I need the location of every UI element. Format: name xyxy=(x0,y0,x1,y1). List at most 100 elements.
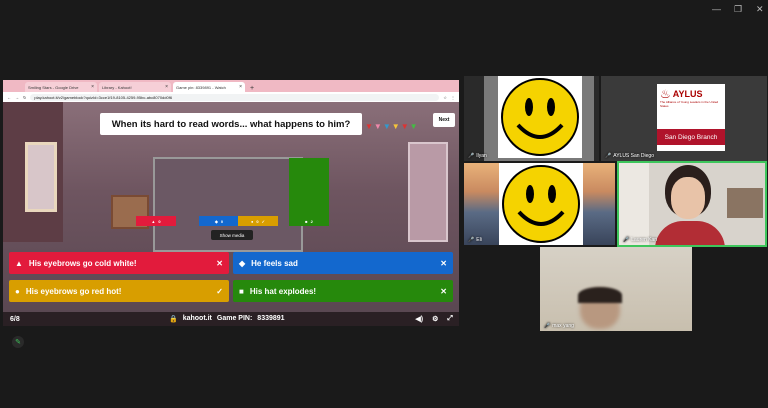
pin-label: Game PIN: xyxy=(216,315,253,322)
smiley-face-icon xyxy=(499,163,583,245)
square-icon: ■ xyxy=(239,286,244,296)
answer-text: His eyebrows go cold white! xyxy=(28,258,137,268)
result-label: ● 0 ✓ xyxy=(238,216,278,226)
participant-name: 🎤 max yang xyxy=(544,323,574,329)
browser-tab[interactable]: Library - Kahoot! × xyxy=(99,82,171,92)
answer-text: He feels sad xyxy=(251,258,298,268)
game-pin: 8339891 xyxy=(257,315,285,322)
triangle-icon: ▲ xyxy=(15,258,23,268)
tab-label: Game pin: 8339891 - Watch xyxy=(176,84,226,90)
kahoot-game-area: ▼▼▼▼▼▼ When its hard to read words... wh… xyxy=(3,102,459,326)
participant-name-text: Lauren Kan xyxy=(631,237,658,243)
person-face xyxy=(671,177,705,219)
close-tab-icon[interactable]: × xyxy=(165,84,168,90)
square-icon: ■ xyxy=(305,218,308,224)
answer-text: His eyebrows go red hot! xyxy=(25,286,122,296)
wrong-icon: ✕ xyxy=(216,258,223,268)
correct-icon: ✓ xyxy=(216,286,223,296)
close-tab-icon[interactable]: × xyxy=(239,84,242,90)
participant-name: 🎤 AYLUS San Diego xyxy=(605,153,654,159)
participant-name: 🎤 Lauren Kan xyxy=(623,237,657,243)
circle-icon: ● xyxy=(250,218,254,224)
mic-muted-icon: 🎤 xyxy=(544,323,551,329)
forward-icon[interactable]: → xyxy=(15,95,19,100)
classroom-background xyxy=(25,142,57,212)
participant-name-text: Eli xyxy=(476,237,482,243)
extensions-icon[interactable]: ⋮ xyxy=(451,95,455,100)
lock-icon: 🔒 xyxy=(169,316,178,323)
answer-green[interactable]: ■ His hat explodes! ✕ xyxy=(233,280,453,302)
wrong-icon: ✕ xyxy=(440,258,447,268)
back-icon[interactable]: ← xyxy=(7,95,11,100)
smiley-face-icon xyxy=(498,76,582,158)
mic-muted-icon: 🎤 xyxy=(468,237,475,243)
fullscreen-icon[interactable]: ⤢ xyxy=(447,315,453,323)
volume-icon[interactable]: ◀) xyxy=(415,315,423,323)
person-hair xyxy=(578,287,622,303)
result-count: 2 xyxy=(310,218,313,224)
circle-icon: ● xyxy=(15,286,20,296)
result-count: 0 xyxy=(220,218,224,224)
result-label: ◆ 0 xyxy=(199,216,239,226)
browser-tab-bar: Smiling Stars - Google Drive × Library - … xyxy=(3,80,459,92)
annotate-pencil-icon[interactable]: ✎ xyxy=(12,336,24,348)
settings-icon[interactable]: ⚙ xyxy=(432,315,438,323)
shared-screen: Smiling Stars - Google Drive × Library - … xyxy=(3,80,459,326)
close-tab-icon[interactable]: × xyxy=(91,84,94,90)
answer-text: His hat explodes! xyxy=(249,286,317,296)
site-name: kahoot.it xyxy=(182,315,212,322)
diamond-icon: ◆ xyxy=(239,258,246,268)
classroom-background xyxy=(408,142,448,242)
result-label: ■ 2 xyxy=(289,216,329,226)
participant-tile-speaking[interactable]: 🎤 Lauren Kan xyxy=(617,161,767,247)
result-bar xyxy=(289,158,329,216)
answer-yellow[interactable]: ● His eyebrows go red hot! ✓ xyxy=(9,280,229,302)
tab-label: Smiling Stars - Google Drive xyxy=(28,84,79,90)
participant-tile[interactable]: ♨ AYLUS The Alliance of Young Leaders in… xyxy=(601,76,767,161)
next-button[interactable]: Next xyxy=(433,113,455,127)
close-icon[interactable]: ✕ xyxy=(756,4,764,15)
correct-icon: ✓ xyxy=(261,218,265,224)
participant-name-text: AYLUS San Diego xyxy=(613,153,654,159)
video-background xyxy=(619,163,649,245)
answer-red[interactable]: ▲ His eyebrows go cold white! ✕ xyxy=(9,252,229,274)
participant-tile[interactable]: 🎤 max yang xyxy=(540,247,692,331)
participant-tile[interactable]: 🎤 Eli xyxy=(464,163,615,245)
participant-name: 🎤 Eli xyxy=(468,237,482,243)
reload-icon[interactable]: ↻ xyxy=(23,95,26,100)
browser-tab-active[interactable]: Game pin: 8339891 - Watch × xyxy=(173,82,245,92)
aylus-title: AYLUS xyxy=(672,89,703,99)
result-count: 0 xyxy=(256,218,259,224)
result-count: 0 xyxy=(158,218,161,224)
aylus-subtitle: The Alliance of Young Leaders in the Uni… xyxy=(660,100,719,108)
mic-muted-icon: 🎤 xyxy=(468,153,475,159)
aylus-branch: San Diego Branch xyxy=(657,129,725,145)
restore-icon[interactable]: ❐ xyxy=(734,4,742,15)
torch-icon: ♨ xyxy=(660,87,671,101)
url-text: play.kahoot.it/v2/gameblock?quizId=3cce1… xyxy=(34,94,173,100)
mic-muted-icon: 🎤 xyxy=(605,153,612,159)
browser-tab[interactable]: Smiling Stars - Google Drive × xyxy=(25,82,97,92)
bookmark-star-icon[interactable]: ☆ xyxy=(443,95,447,100)
game-footer: 6/8 🔒 kahoot.it Game PIN: 8339891 ◀) ⚙ ⤢ xyxy=(3,312,459,326)
show-media-tooltip: Show media xyxy=(211,230,253,240)
question-title: When its hard to read words... what happ… xyxy=(100,113,362,135)
aylus-logo: ♨ AYLUS The Alliance of Young Leaders in… xyxy=(657,84,725,151)
participant-tile[interactable]: 🎤 Ilyan xyxy=(464,76,599,161)
mic-muted-icon: 🎤 xyxy=(623,237,630,243)
address-bar-row: ← → ↻ play.kahoot.it/v2/gameblock?quizId… xyxy=(3,92,459,102)
url-field[interactable]: play.kahoot.it/v2/gameblock?quizId=3cce1… xyxy=(30,93,440,101)
bunting-decoration: ▼▼▼▼▼▼ xyxy=(365,122,419,131)
tab-label: Library - Kahoot! xyxy=(102,84,132,90)
participant-name: 🎤 Ilyan xyxy=(468,153,487,159)
wrong-icon: ✕ xyxy=(440,286,447,296)
new-tab-icon[interactable]: + xyxy=(250,85,254,92)
diamond-icon: ◆ xyxy=(214,218,218,224)
triangle-icon: ▲ xyxy=(151,218,156,224)
answer-blue[interactable]: ◆ He feels sad ✕ xyxy=(233,252,453,274)
question-progress: 6/8 xyxy=(10,315,20,323)
participant-name-text: max yang xyxy=(552,323,574,329)
minimize-icon[interactable]: — xyxy=(712,4,721,14)
result-label: ▲ 0 xyxy=(136,216,176,226)
video-background xyxy=(727,188,763,218)
